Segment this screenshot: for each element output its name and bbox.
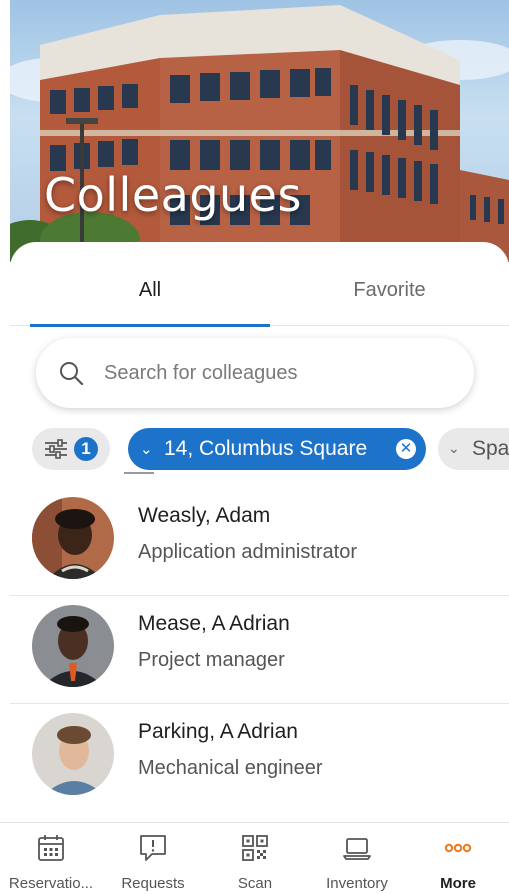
colleague-role: Mechanical engineer [138, 757, 323, 779]
active-filter-count-badge: 1 [74, 437, 98, 461]
search-input[interactable] [104, 352, 454, 394]
colleague-name: Weasly, Adam [138, 504, 271, 527]
search-icon [60, 362, 84, 386]
list-item[interactable]: Parking, A Adrian Mechanical engineer [10, 704, 509, 812]
list-item[interactable]: Mease, A Adrian Project manager [10, 596, 509, 704]
calendar-icon [38, 835, 64, 861]
nav-reservations[interactable]: Reservatio... [0, 823, 102, 894]
colleague-list: Weasly, Adam Application administrator M… [10, 488, 509, 812]
qr-code-icon [242, 835, 268, 861]
hero-banner: Colleagues [10, 0, 509, 262]
nav-label: Reservatio... [8, 875, 94, 892]
laptop-icon [343, 838, 371, 860]
nav-more[interactable]: More [407, 823, 509, 894]
nav-label: Inventory [326, 875, 388, 892]
filter-chips: 1 ⌄ 14, Columbus Square ✕ ⌄ Spa [10, 428, 509, 474]
building-image [10, 5, 509, 262]
space-filter-label: Spa [472, 437, 509, 460]
search-box[interactable] [36, 338, 474, 408]
sliders-icon [45, 439, 67, 459]
chevron-down-icon: ⌄ [448, 440, 460, 456]
colleague-role: Application administrator [138, 541, 357, 563]
avatar [32, 713, 114, 795]
filter-settings-chip[interactable]: 1 [32, 428, 110, 470]
avatar [32, 497, 114, 579]
tab-all[interactable]: All [30, 264, 270, 326]
chevron-down-icon: ⌄ [140, 441, 153, 458]
bottom-navigation: Reservatio... Requests Scan Inventory Mo… [0, 822, 509, 894]
list-item[interactable]: Weasly, Adam Application administrator [10, 488, 509, 596]
tab-favorite[interactable]: Favorite [270, 264, 509, 326]
nav-label: Requests [121, 875, 185, 892]
nav-label: Scan [237, 875, 273, 892]
tab-bar: All Favorite [10, 264, 509, 327]
nav-scan[interactable]: Scan [204, 823, 306, 894]
colleague-role: Project manager [138, 649, 285, 671]
location-filter-label: 14, Columbus Square [164, 437, 368, 460]
colleagues-sheet: All Favorite 1 ⌄ 14, Columbus Square ✕ [10, 242, 509, 894]
nav-requests[interactable]: Requests [102, 823, 204, 894]
page-title: Colleagues [44, 168, 302, 222]
nav-label: More [440, 875, 476, 892]
avatar [32, 605, 114, 687]
alert-chat-icon [140, 835, 166, 861]
chip-divider [124, 472, 154, 474]
colleague-name: Parking, A Adrian [138, 720, 298, 743]
location-filter-chip[interactable]: ⌄ 14, Columbus Square ✕ [128, 428, 426, 470]
active-tab-indicator [30, 324, 270, 327]
colleague-name: Mease, A Adrian [138, 612, 290, 635]
space-filter-chip[interactable]: ⌄ Spa [438, 428, 509, 470]
clear-filter-icon[interactable]: ✕ [396, 439, 416, 459]
more-dots-icon [444, 843, 472, 853]
nav-inventory[interactable]: Inventory [306, 823, 408, 894]
